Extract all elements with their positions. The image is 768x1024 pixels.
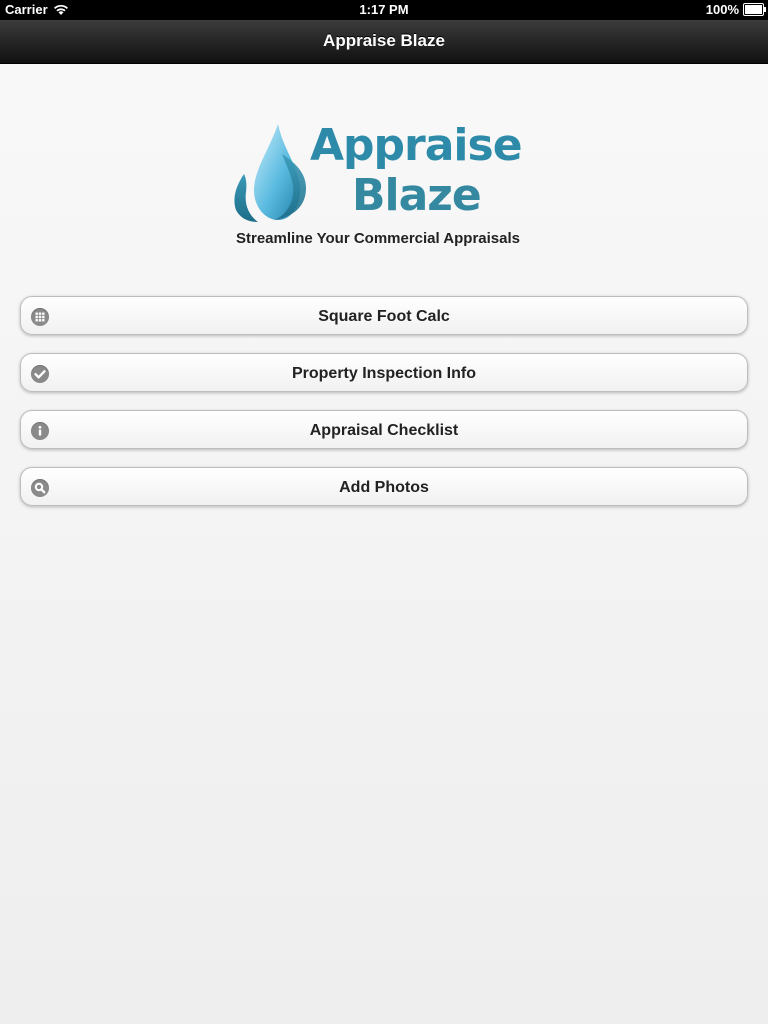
grid-icon <box>31 308 49 326</box>
main-menu: Square Foot Calc Property Inspection Inf… <box>20 296 748 524</box>
square-foot-calc-button[interactable]: Square Foot Calc <box>20 296 748 335</box>
property-inspection-info-label: Property Inspection Info <box>291 365 476 382</box>
clock: 1:17 PM <box>359 2 409 17</box>
check-icon <box>31 365 49 383</box>
logo-line-2: Blaze <box>352 170 482 221</box>
search-icon <box>31 479 49 497</box>
status-bar: Carrier 1:17 PM 100% <box>0 0 768 20</box>
battery-indicator: 100% <box>705 2 766 17</box>
battery-percent: 100% <box>705 2 739 17</box>
appraisal-checklist-label: Appraisal Checklist <box>309 422 459 439</box>
battery-icon <box>743 3 766 16</box>
flame-drop-icon <box>234 124 306 222</box>
logo-tagline: Streamline Your Commercial Appraisals <box>236 230 520 247</box>
navigation-bar: Appraise Blaze <box>0 20 768 64</box>
add-photos-button[interactable]: Add Photos <box>20 467 748 506</box>
logo-line-1: Appraise <box>310 120 523 171</box>
page-title: Appraise Blaze <box>323 31 445 50</box>
info-icon <box>31 422 49 440</box>
app-logo: Appraise Blaze Streamline Your Commercia… <box>230 118 540 253</box>
appraisal-checklist-button[interactable]: Appraisal Checklist <box>20 410 748 449</box>
add-photos-label: Add Photos <box>339 479 429 496</box>
square-foot-calc-label: Square Foot Calc <box>318 308 450 325</box>
property-inspection-info-button[interactable]: Property Inspection Info <box>20 353 748 392</box>
